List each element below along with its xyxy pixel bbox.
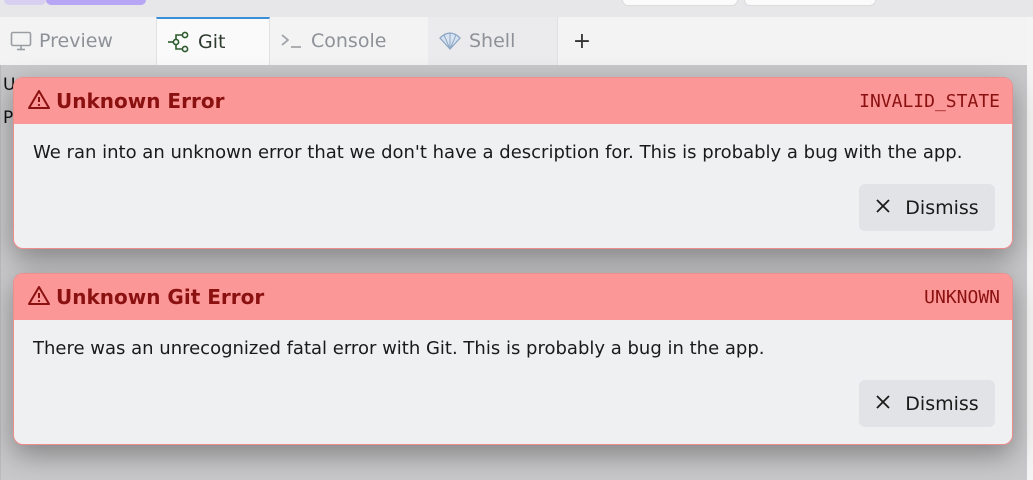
- toast-message: We ran into an unknown error that we don…: [33, 142, 963, 163]
- dismiss-label: Dismiss: [905, 196, 979, 219]
- dismiss-button[interactable]: Dismiss: [859, 380, 995, 427]
- git-branch-icon: [167, 31, 191, 53]
- toast-title: Unknown Error: [56, 89, 225, 113]
- toast-header: Unknown Git Error UNKNOWN: [14, 274, 1012, 320]
- error-toast: Unknown Git Error UNKNOWN There was an u…: [13, 273, 1013, 445]
- tab-git[interactable]: Git: [156, 17, 270, 65]
- tab-preview[interactable]: Preview: [0, 17, 156, 65]
- toast-message: There was an unrecognized fatal error wi…: [33, 338, 765, 359]
- warning-icon: [28, 89, 50, 114]
- close-icon: [875, 197, 891, 219]
- warning-icon: [28, 285, 50, 310]
- toolbar-button[interactable]: [622, 0, 738, 6]
- error-code: INVALID_STATE: [859, 90, 1000, 112]
- tab-label: Preview: [39, 30, 113, 52]
- tab-shell[interactable]: Shell: [428, 17, 558, 65]
- error-toast: Unknown Error INVALID_STATE We ran into …: [13, 77, 1013, 249]
- shell-icon: [438, 30, 462, 52]
- add-tab-button[interactable]: +: [560, 17, 604, 65]
- tab-console[interactable]: Console: [270, 17, 428, 65]
- close-icon: [875, 393, 891, 415]
- tab-label: Git: [198, 31, 226, 53]
- toolbar-button[interactable]: [744, 0, 876, 6]
- scrollbar[interactable]: [1026, 17, 1033, 480]
- toast-title: Unknown Git Error: [56, 285, 265, 309]
- dismiss-label: Dismiss: [905, 392, 979, 415]
- toolbar-primary-button[interactable]: [46, 0, 146, 5]
- tab-label: Shell: [469, 30, 516, 52]
- tab-label: Console: [311, 30, 387, 52]
- toolbar-pill-button[interactable]: [4, 0, 46, 5]
- dismiss-button[interactable]: Dismiss: [859, 184, 995, 231]
- monitor-icon: [10, 31, 32, 51]
- tab-bar: Preview Git Console Shell +: [0, 17, 1026, 66]
- error-code: UNKNOWN: [924, 286, 1000, 308]
- top-toolbar-strip: [0, 0, 1033, 17]
- toast-header: Unknown Error INVALID_STATE: [14, 78, 1012, 124]
- terminal-icon: [280, 31, 304, 51]
